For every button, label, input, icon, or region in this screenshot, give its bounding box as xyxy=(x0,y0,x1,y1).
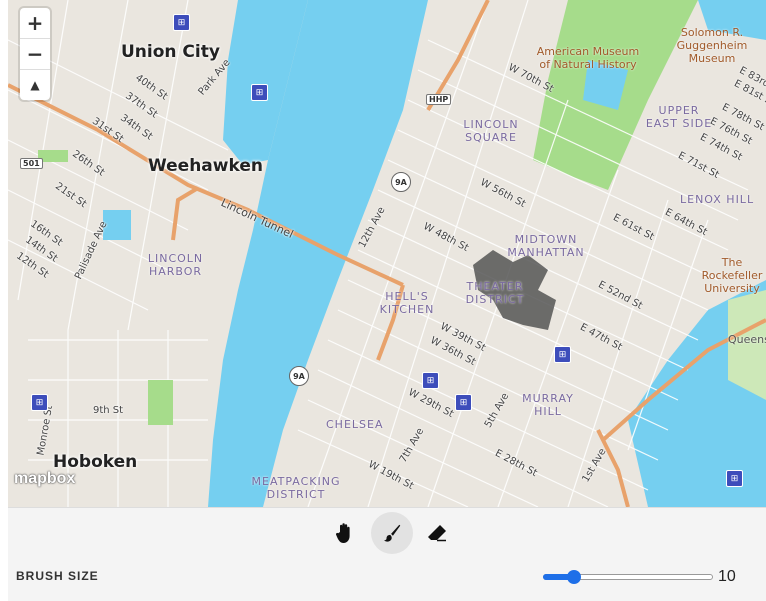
street-label: 9th St xyxy=(93,405,124,416)
transit-icon: ⊞ xyxy=(31,394,48,411)
brush-icon xyxy=(384,524,401,542)
town-label: Union City xyxy=(121,42,220,62)
route-shield: 9A xyxy=(289,366,309,386)
neighborhood-label: UPPER EAST SIDE xyxy=(645,104,713,130)
map-base xyxy=(8,0,766,507)
compass-button[interactable]: ▲ xyxy=(20,70,50,100)
town-label: Hoboken xyxy=(53,452,138,472)
transit-icon: ⊞ xyxy=(726,470,743,487)
neighborhood-label: HELL'S KITCHEN xyxy=(379,290,435,316)
neighborhood-label: LINCOLN HARBOR xyxy=(147,252,204,278)
brush-size-label: BRUSH SIZE xyxy=(16,569,99,583)
app-frame: Union City Weehawken Hoboken LINCOLN SQU… xyxy=(8,0,766,601)
hand-icon xyxy=(335,523,350,543)
neighborhood-label: LINCOLN SQUARE xyxy=(463,118,519,144)
mapbox-logo[interactable]: mapbox xyxy=(14,470,75,488)
neighborhood-label: LENOX HILL xyxy=(680,193,755,206)
brush-size-slider[interactable] xyxy=(543,570,713,584)
poi-label: Solomon R. Guggenheim Museum xyxy=(676,26,748,65)
map-navigation-control: + − ▲ xyxy=(20,8,50,100)
neighborhood-label: MEATPACKING DISTRICT xyxy=(251,475,341,501)
town-label: Weehawken xyxy=(148,156,263,176)
brush-size-value: 10 xyxy=(718,568,736,585)
poi-label: American Museum of Natural History xyxy=(536,45,640,71)
route-shield: 9A xyxy=(391,172,411,192)
logo-text: mapbox xyxy=(14,470,76,487)
neighborhood-label: THEATER DISTRICT xyxy=(465,280,525,306)
map-canvas[interactable]: Union City Weehawken Hoboken LINCOLN SQU… xyxy=(8,0,766,507)
neighborhood-label: CHELSEA xyxy=(326,418,384,431)
tool-panel: BRUSH SIZE 10 xyxy=(8,507,766,601)
neighborhood-label: MURRAY HILL xyxy=(522,392,574,418)
slider-thumb[interactable] xyxy=(567,570,582,584)
pan-tool-button[interactable] xyxy=(324,512,366,554)
poi-label: Queens xyxy=(728,333,766,346)
transit-icon: ⊞ xyxy=(173,14,190,31)
neighborhood-label: MIDTOWN MANHATTAN xyxy=(507,233,585,259)
zoom-in-button[interactable]: + xyxy=(20,8,50,39)
highway-shield: HHP xyxy=(426,94,452,105)
zoom-out-button[interactable]: − xyxy=(20,39,50,70)
highway-shield: 501 xyxy=(20,158,43,169)
transit-icon: ⊞ xyxy=(455,394,472,411)
brush-tool-button[interactable] xyxy=(371,512,413,554)
poi-label: The Rockefeller University xyxy=(701,256,763,295)
transit-icon: ⊞ xyxy=(422,372,439,389)
transit-icon: ⊞ xyxy=(554,346,571,363)
eraser-icon xyxy=(428,525,446,542)
eraser-tool-button[interactable] xyxy=(416,512,458,554)
transit-icon: ⊞ xyxy=(251,84,268,101)
